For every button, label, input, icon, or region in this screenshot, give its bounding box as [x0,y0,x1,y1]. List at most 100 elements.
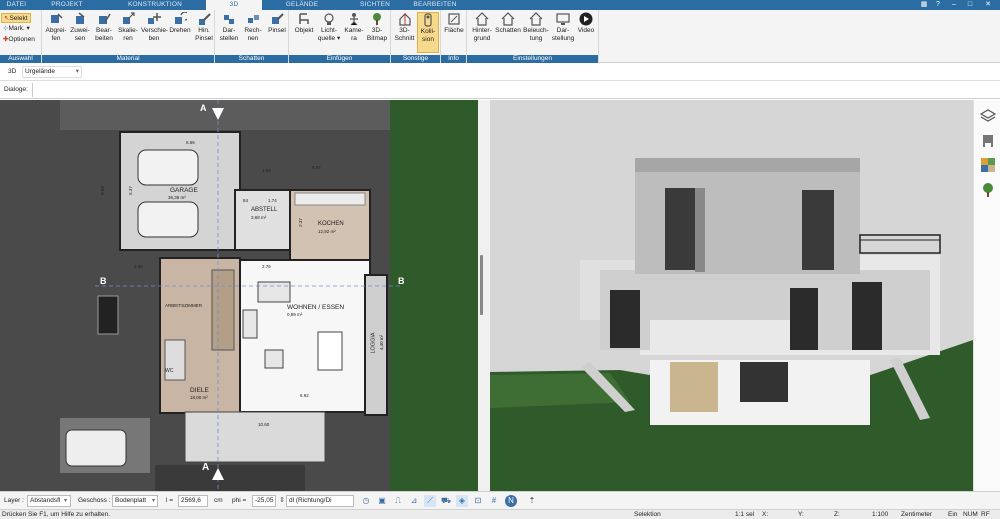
clock-icon[interactable]: ◷ [360,495,372,507]
minimize-icon[interactable]: – [948,1,960,9]
room-abstell: ABSTELL [251,207,278,213]
dim-abstell-inner: 1.74 [268,198,277,203]
up-arrow-icon[interactable]: ⇡ [526,495,538,507]
group-label-schatten: Schatten [215,55,288,63]
room-wohnen-area: 0,89 m² [287,312,303,317]
darstellung-button[interactable]: Dar- stellung [551,12,575,42]
eyedropper-icon [49,12,63,26]
layer-toggle-icon[interactable]: ◈ [456,495,468,507]
flaeche-button[interactable]: Fläche [443,12,465,35]
schnitt-3d-button[interactable]: 3D- Schnitt [393,12,416,42]
help-icon[interactable]: ? [932,1,944,9]
group-material: Abgrei- fen Zuwei- sen Bear- beiten Skal… [42,10,215,63]
house-background-icon [475,12,489,26]
length-input[interactable]: 2569,6 [178,495,208,507]
furniture-icon[interactable] [980,132,996,148]
screen-icon[interactable]: ▣ [376,495,388,507]
kollision-button[interactable]: Kolli- sion [417,12,439,53]
splitter-handle[interactable] [480,255,483,315]
hintergrund-button[interactable]: Hinter- grund [470,12,494,42]
group-einstellungen: Hinter- grund Schatten Beleuch- tung Dar… [467,10,599,63]
group-label-auswahl: Auswahl [0,55,41,63]
move-icon [147,12,161,26]
zuweisen-button[interactable]: Zuwei- sen [69,12,91,42]
status-bar: Drücken Sie F1, um Hilfe zu erhalten. Se… [0,509,1000,519]
tab-projekt[interactable]: PROJEKT [48,0,86,10]
room-diele: DIELE [190,387,209,394]
catch-icon[interactable]: ⊡ [472,495,484,507]
ribbon: ↖Selekt ⊹Mark. ▾ ✚Optionen Auswahl Abgre… [0,10,1000,63]
tab-konstruktion[interactable]: KONSTRUKTION [125,0,185,10]
terrain-select[interactable]: Urgelände ▾ [22,66,82,78]
tab-3d[interactable]: 3D [206,0,262,10]
group-label-einfuegen: Einfügen [289,55,390,63]
cubes-calc-icon [246,12,260,26]
room-loggia: LOGGIA [370,332,377,354]
direction-value: dl (Richtung/Di [289,497,332,504]
lichtquelle-button[interactable]: Licht- quelle ▾ [317,12,341,42]
dim-kitchen-width: 5.97 [312,165,321,170]
window-grid-icon[interactable]: ▦ [918,1,930,9]
dim-garage-depth: 8.82 [99,186,105,195]
plants-icon[interactable] [980,182,996,198]
shadow-brush-icon [270,12,284,26]
skalieren-button[interactable]: Skalie- ren [117,12,139,42]
schatten-darstellen-button[interactable]: Dar- stellen [218,12,240,42]
house-shadow-icon [501,12,515,26]
phi-input[interactable]: -25,05 [252,495,276,507]
view-3d[interactable] [490,100,973,491]
schatten-rechnen-button[interactable]: Rech- nen [242,12,264,42]
dim-garage-inner: 5.37 [127,186,133,195]
view-splitter[interactable] [478,100,490,491]
video-button[interactable]: Video [575,12,597,35]
schatten-einstellung-button[interactable]: Schatten [495,12,521,35]
room-loggia-area: 4,40 m² [379,334,385,351]
tab-sichten[interactable]: SICHTEN [360,0,390,10]
dim-kitchen-depth: 2.37 [297,218,303,227]
tab-datei[interactable]: DATEI [0,0,33,10]
layers-icon[interactable] [979,108,997,124]
rotate-icon [173,11,190,26]
bearbeiten-button[interactable]: Bear- beiten [93,12,115,42]
maximize-icon[interactable]: □ [964,1,976,9]
objekt-button[interactable]: Objekt [292,12,316,35]
drehen-button[interactable]: Drehen [169,11,191,35]
north-icon[interactable]: N [505,495,517,507]
dim-left: 2.00 [134,264,143,269]
schatten-pinsel-button[interactable]: Pinsel [266,12,288,35]
tab-bearbeiten[interactable]: BEARBEITEN [410,0,460,10]
chair-icon [297,12,311,26]
tab-gelaende[interactable]: GELÄNDE [282,0,322,10]
lightbulb-icon [322,12,336,26]
group-auswahl: ↖Selekt ⊹Mark. ▾ ✚Optionen Auswahl [0,10,42,63]
phi-label: phi = [232,497,247,504]
stamp-icon[interactable]: ⎍ [392,495,404,507]
measure-icon[interactable]: ⊿ [408,495,420,507]
bitmap-3d-button[interactable]: 3D- Bitmap [366,12,388,42]
floor-plan-view[interactable]: GARAGE 36,38 m² ABSTELL 3,68 m² KOCHEN 1… [0,100,478,491]
grid-icon[interactable]: # [488,495,500,507]
status-rf: RF [981,511,990,518]
chevron-down-icon: ▾ [75,68,79,75]
truck-icon[interactable]: ⛟ [440,495,452,507]
optionen-button[interactable]: ✚Optionen [1,35,41,45]
status-ratio: 1:100 [872,511,889,518]
materials-icon[interactable] [980,157,996,173]
abgreifen-button[interactable]: Abgrei- fen [45,12,67,42]
dialoge-label: Dialoge: [4,86,28,93]
line-icon[interactable]: ⟋ [424,495,436,507]
mark-button[interactable]: ⊹Mark. ▾ [1,24,39,34]
verschieben-button[interactable]: Verschie- ben [141,12,168,42]
selekt-button[interactable]: ↖Selekt [1,13,31,23]
beleuchtung-button[interactable]: Beleuch- tung [523,12,549,42]
room-arbeitszimmer: ARBEITSZIMMER [165,303,203,308]
hin-pinsel-button[interactable]: Hin. Pinsel [193,12,215,42]
kamera-button[interactable]: Kame- ra [343,12,365,42]
close-icon[interactable]: ✕ [982,1,994,9]
dim-living-top: 2.76 [262,264,271,269]
geschoss-label: Geschoss : [78,497,111,504]
layer-chevron-icon: ▾ [64,498,68,504]
direction-select[interactable]: dl (Richtung/Di [286,495,354,507]
dim-abstell-width: 1.58 [262,168,271,173]
divider [32,83,33,97]
